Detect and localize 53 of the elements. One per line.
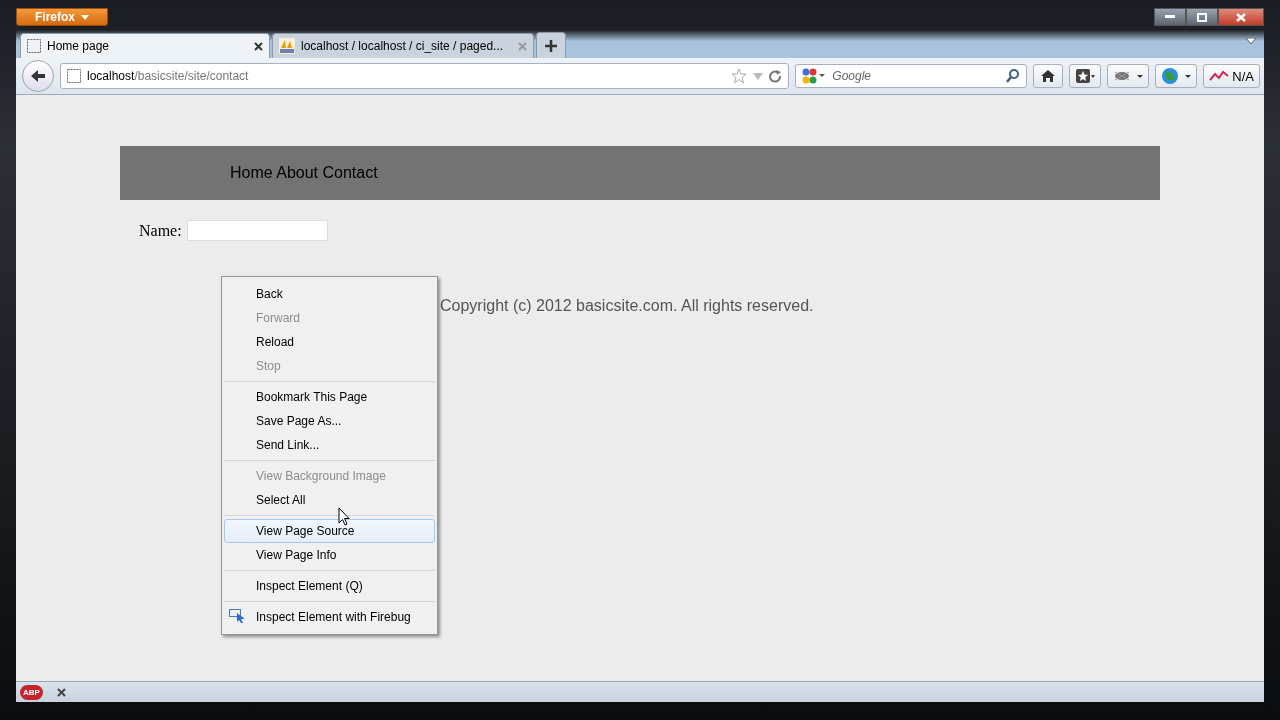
menu-item[interactable]: View Page Source (224, 519, 435, 543)
url-text: localhost/basicsite/site/contact (87, 69, 249, 83)
chart-icon (1209, 70, 1230, 82)
bookmarks-button[interactable] (1069, 64, 1102, 88)
browser-tab[interactable]: localhost / localhost / ci_site / paged... (272, 33, 534, 58)
sail-icon (279, 38, 295, 54)
name-label: Name: (139, 221, 182, 240)
page-icon (67, 69, 81, 83)
cursor-icon (338, 507, 350, 526)
back-arrow-icon (30, 69, 46, 83)
new-tab-button[interactable] (536, 32, 566, 58)
star-icon (1075, 68, 1096, 84)
adblock-button[interactable]: ABP (20, 684, 43, 700)
menu-item[interactable]: Inspect Element (Q) (224, 574, 435, 598)
address-bar[interactable]: localhost/basicsite/site/contact (60, 63, 790, 89)
maximize-icon (1197, 12, 1207, 22)
search-box[interactable]: Google (795, 64, 1028, 88)
stats-button[interactable]: N/A (1203, 64, 1260, 88)
minimize-icon (1165, 15, 1175, 19)
dropdown-icon[interactable] (1246, 38, 1256, 44)
home-icon (1040, 69, 1057, 83)
page-icon (27, 39, 41, 53)
browser-tab[interactable]: Home page (20, 33, 270, 58)
menu-item[interactable]: Reload (224, 330, 435, 354)
menu-item[interactable]: Send Link... (224, 433, 435, 457)
reload-icon[interactable] (769, 69, 783, 83)
caret-icon (81, 14, 89, 20)
globe-icon (1161, 67, 1192, 85)
menu-item[interactable]: Back (224, 282, 435, 306)
menu-item[interactable]: Inspect Element with Firebug (224, 605, 435, 629)
menu-item[interactable]: Bookmark This Page (224, 385, 435, 409)
firebug-button[interactable] (1107, 64, 1150, 88)
home-button[interactable] (1033, 64, 1064, 88)
google-icon (802, 68, 827, 84)
search-icon[interactable] (1006, 69, 1021, 83)
close-icon[interactable] (254, 41, 263, 51)
menu-item[interactable]: Select All (224, 488, 435, 512)
maximize-button[interactable] (1186, 8, 1218, 26)
plus-icon (545, 39, 557, 52)
nav-links[interactable]: Home About Contact (230, 164, 378, 182)
pointer-icon (229, 609, 247, 623)
globe-button[interactable] (1155, 64, 1198, 88)
close-icon[interactable] (56, 687, 66, 697)
menu-item[interactable]: Save Page As... (224, 409, 435, 433)
name-field[interactable] (186, 220, 328, 241)
close-button[interactable] (1218, 8, 1264, 26)
copyright-text: Copyright (c) 2012 basicsite.com. All rights reserved. (440, 297, 815, 315)
back-button[interactable] (22, 60, 54, 92)
bug-icon (1113, 69, 1144, 83)
close-icon (1236, 12, 1246, 22)
menu-item[interactable]: View Page Info (224, 543, 435, 567)
minimize-button[interactable] (1154, 8, 1186, 26)
star-icon[interactable] (731, 68, 748, 84)
